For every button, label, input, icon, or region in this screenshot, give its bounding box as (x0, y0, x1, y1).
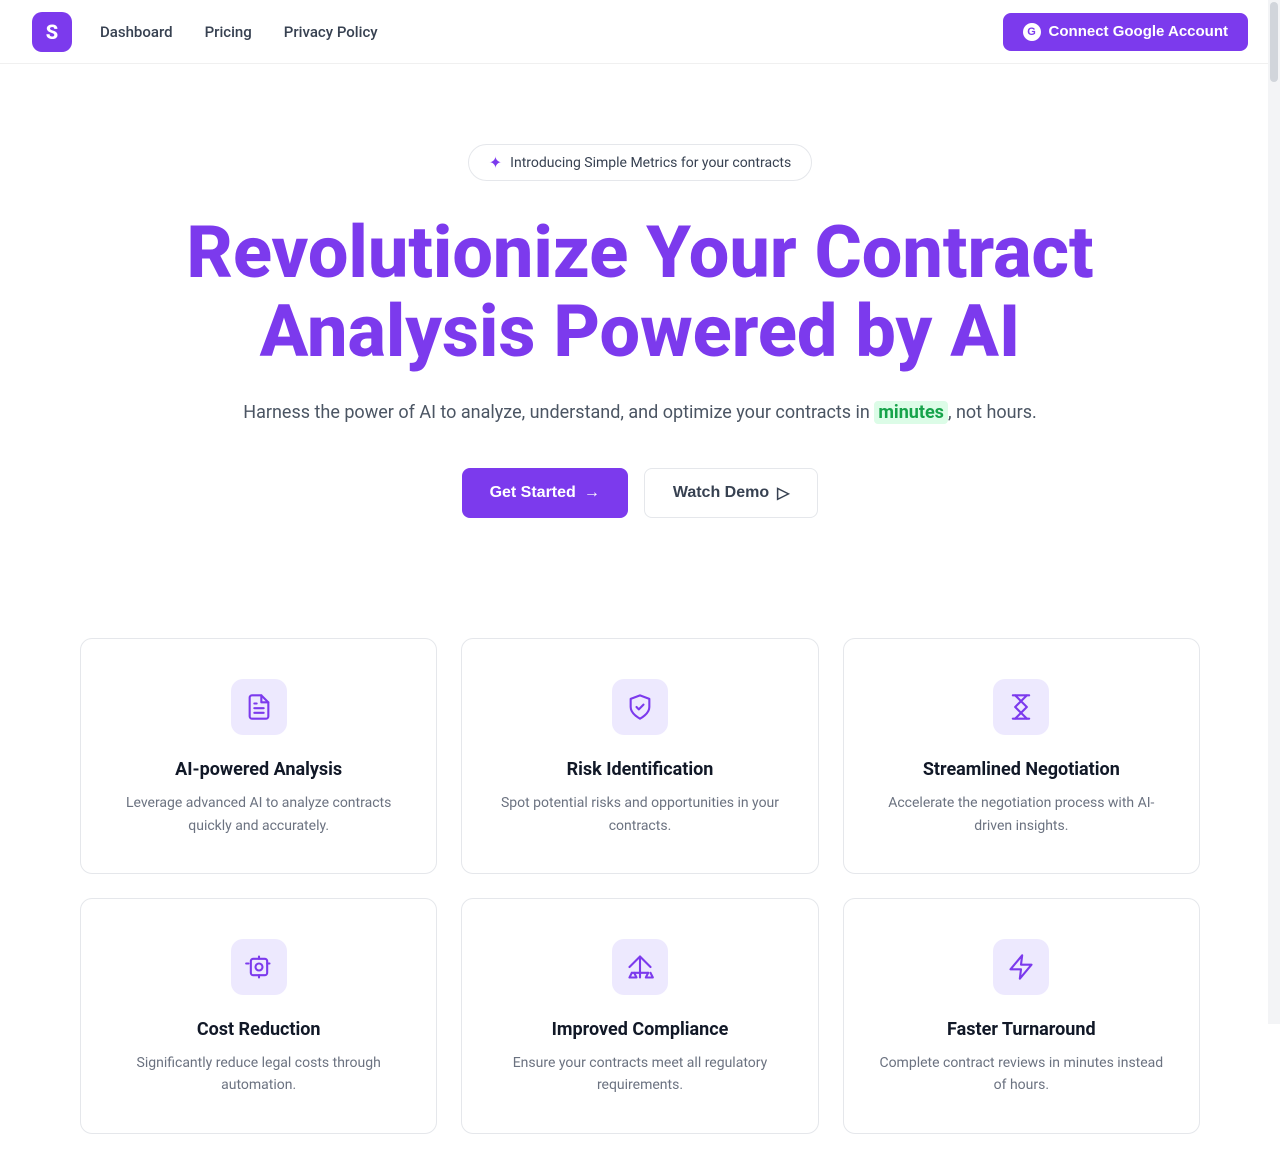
feature-card-turnaround: Faster Turnaround Complete contract revi… (843, 898, 1200, 1134)
nav-links: Dashboard Pricing Privacy Policy (100, 23, 1003, 41)
badge-text: Introducing Simple Metrics for your cont… (510, 155, 791, 171)
feature-icon-wrap-1 (231, 679, 287, 735)
logo-letter: S (46, 20, 58, 44)
arrow-icon: → (584, 484, 600, 502)
feature-card-negotiation: Streamlined Negotiation Accelerate the n… (843, 638, 1200, 874)
feature-desc-2: Spot potential risks and opportunities i… (494, 792, 785, 837)
announcement-badge: ✦ Introducing Simple Metrics for your co… (468, 144, 812, 181)
hero-title: Revolutionize Your Contract Analysis Pow… (115, 213, 1165, 371)
get-started-label: Get Started (490, 484, 576, 502)
subtitle-before: Harness the power of AI to analyze, unde… (243, 402, 874, 423)
watch-demo-button[interactable]: Watch Demo ▷ (644, 468, 819, 518)
feature-desc-3: Accelerate the negotiation process with … (876, 792, 1167, 837)
feature-title-1: AI-powered Analysis (113, 759, 404, 780)
feature-title-4: Cost Reduction (113, 1019, 404, 1040)
shield-icon (626, 693, 654, 721)
feature-card-cost: Cost Reduction Significantly reduce lega… (80, 898, 437, 1134)
nav-link-privacy[interactable]: Privacy Policy (284, 23, 378, 41)
feature-icon-wrap-5 (612, 939, 668, 995)
google-icon: G (1023, 23, 1041, 41)
piggy-icon (245, 953, 273, 981)
scale-icon (626, 953, 654, 981)
document-icon (245, 693, 273, 721)
feature-icon-wrap-4 (231, 939, 287, 995)
subtitle-after: , not hours. (948, 402, 1037, 423)
feature-title-2: Risk Identification (494, 759, 785, 780)
feature-icon-wrap-6 (993, 939, 1049, 995)
hero-buttons: Get Started → Watch Demo ▷ (40, 468, 1240, 518)
connect-button-label: Connect Google Account (1049, 23, 1228, 40)
scrollbar[interactable] (1268, 0, 1280, 1024)
get-started-button[interactable]: Get Started → (462, 468, 628, 518)
hero-section: ✦ Introducing Simple Metrics for your co… (0, 64, 1280, 598)
feature-desc-4: Significantly reduce legal costs through… (113, 1052, 404, 1097)
hero-subtitle: Harness the power of AI to analyze, unde… (40, 399, 1240, 428)
scrollbar-thumb[interactable] (1270, 2, 1278, 82)
feature-desc-1: Leverage advanced AI to analyze contract… (113, 792, 404, 837)
connect-google-button[interactable]: G Connect Google Account (1003, 13, 1248, 51)
feature-card-compliance: Improved Compliance Ensure your contract… (461, 898, 818, 1134)
feature-desc-5: Ensure your contracts meet all regulator… (494, 1052, 785, 1097)
nav-link-pricing[interactable]: Pricing (205, 23, 252, 41)
hourglass-icon (1007, 693, 1035, 721)
feature-title-6: Faster Turnaround (876, 1019, 1167, 1040)
navbar: S Dashboard Pricing Privacy Policy G Con… (0, 0, 1280, 64)
logo[interactable]: S (32, 12, 72, 52)
feature-desc-6: Complete contract reviews in minutes ins… (876, 1052, 1167, 1097)
watch-demo-label: Watch Demo (673, 484, 769, 502)
feature-title-5: Improved Compliance (494, 1019, 785, 1040)
subtitle-highlight: minutes (874, 401, 948, 424)
feature-title-3: Streamlined Negotiation (876, 759, 1167, 780)
play-icon: ▷ (777, 483, 789, 503)
feature-icon-wrap-2 (612, 679, 668, 735)
features-grid: AI-powered Analysis Leverage advanced AI… (0, 598, 1280, 1174)
nav-link-dashboard[interactable]: Dashboard (100, 23, 173, 41)
feature-icon-wrap-3 (993, 679, 1049, 735)
sparkle-icon: ✦ (489, 153, 502, 172)
feature-card-ai-analysis: AI-powered Analysis Leverage advanced AI… (80, 638, 437, 874)
lightning-icon (1007, 953, 1035, 981)
feature-card-risk: Risk Identification Spot potential risks… (461, 638, 818, 874)
